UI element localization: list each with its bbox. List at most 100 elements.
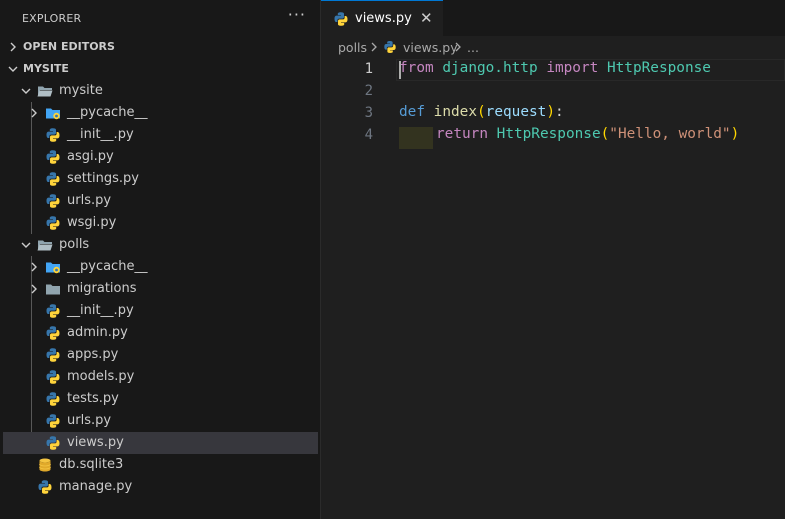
tree-item-label: manage.py [59, 479, 133, 494]
chevron-right-icon [31, 262, 37, 272]
pycache-folder-icon [46, 262, 60, 274]
breadcrumb: polls views.py ... [321, 36, 785, 58]
tree-file[interactable]: db.sqlite3 [3, 454, 318, 476]
breadcrumb-file[interactable]: views.py [403, 40, 458, 55]
tree-item-label: tests.py [67, 391, 119, 406]
line-number: 4 [364, 127, 373, 143]
tree-file[interactable]: views.py [3, 432, 318, 454]
tree-item-label: asgi.py [67, 149, 114, 164]
folder-icon [46, 284, 60, 295]
function-name: index [433, 104, 477, 120]
tree-folder[interactable]: polls [3, 234, 318, 256]
python-file-icon [46, 216, 60, 230]
class-name: HttpResponse [606, 60, 711, 76]
project-section[interactable]: MYSITE [0, 58, 320, 80]
tab-bar: views.py ✕ [321, 0, 785, 36]
tree-item-label: __pycache__ [67, 105, 148, 120]
keyword: from [399, 60, 434, 76]
keyword: def [399, 104, 425, 120]
tree-file[interactable]: models.py [3, 366, 318, 388]
paren: ) [546, 104, 555, 120]
tree-item-label: mysite [59, 83, 103, 98]
tree-folder[interactable]: __pycache__ [3, 102, 318, 124]
tree-item-label: models.py [67, 369, 135, 384]
tab-label: views.py [355, 11, 412, 26]
python-file-icon [46, 194, 60, 208]
chevron-down-icon [8, 66, 18, 72]
tree-file[interactable]: urls.py [3, 410, 318, 432]
project-label: MYSITE [23, 62, 69, 75]
chevron-right-icon [10, 42, 16, 52]
python-file-icon [334, 12, 348, 26]
chevron-down-icon [21, 242, 31, 248]
tree-file[interactable]: tests.py [3, 388, 318, 410]
tree-item-label: views.py [67, 435, 124, 450]
explorer-sidebar: EXPLORER ··· OPEN EDITORS MYSITE mysite _… [0, 0, 321, 519]
chevron-right-icon [31, 284, 37, 294]
database-icon [39, 458, 51, 472]
code-line-4: return HttpResponse("Hello, world") [436, 126, 739, 142]
breadcrumb-folder[interactable]: polls [338, 40, 367, 55]
tree-file[interactable]: wsgi.py [3, 212, 318, 234]
tree-item-label: migrations [67, 281, 137, 296]
indent-highlight [399, 127, 433, 149]
paren: ( [600, 126, 610, 142]
more-actions-icon[interactable]: ··· [288, 5, 306, 24]
class-name: HttpResponse [496, 126, 601, 142]
tree-file[interactable]: manage.py [3, 476, 318, 498]
tree-item-label: apps.py [67, 347, 119, 362]
chevron-right-icon [31, 108, 37, 118]
string-literal: "Hello, world" [609, 126, 731, 142]
tree-item-label: __init__.py [67, 127, 134, 142]
tree-file[interactable]: settings.py [3, 168, 318, 190]
python-file-icon [46, 128, 60, 142]
explorer-title: EXPLORER [22, 12, 82, 25]
line-number: 1 [364, 61, 373, 77]
line-number: 2 [364, 83, 373, 99]
chevron-right-icon [455, 42, 461, 52]
tree-item-label: admin.py [67, 325, 128, 340]
tab-views-py[interactable]: views.py ✕ [321, 0, 443, 36]
python-file-icon [46, 172, 60, 186]
tree-file[interactable]: admin.py [3, 322, 318, 344]
tree-file[interactable]: asgi.py [3, 146, 318, 168]
python-file-icon [46, 304, 60, 318]
tree-file[interactable]: apps.py [3, 344, 318, 366]
keyword: return [436, 126, 488, 142]
explorer-header: EXPLORER ··· [0, 0, 320, 36]
code-editor[interactable]: 1 2 3 4 from django.http import HttpResp… [321, 58, 785, 519]
python-file-icon [384, 41, 396, 53]
code-line-1: from django.http import HttpResponse [399, 60, 711, 76]
line-number: 3 [364, 105, 373, 121]
open-editors-section[interactable]: OPEN EDITORS [0, 36, 320, 58]
tree-item-label: wsgi.py [67, 215, 117, 230]
folder-open-icon [37, 86, 53, 97]
chevron-down-icon [21, 88, 31, 94]
paren: ( [477, 104, 486, 120]
tree-item-label: polls [59, 237, 90, 252]
tree-item-label: db.sqlite3 [59, 457, 124, 472]
tree-file[interactable]: __init__.py [3, 300, 318, 322]
python-file-icon [46, 348, 60, 362]
tree-item-label: __init__.py [67, 303, 134, 318]
paren: ) [730, 126, 740, 142]
python-file-icon [46, 436, 60, 450]
tree-file[interactable]: __init__.py [3, 124, 318, 146]
tree-item-label: urls.py [67, 193, 112, 208]
open-editors-label: OPEN EDITORS [23, 40, 115, 53]
breadcrumb-more[interactable]: ... [467, 40, 479, 55]
python-file-icon [46, 326, 60, 340]
chevron-right-icon [371, 42, 377, 52]
close-icon[interactable]: ✕ [420, 9, 433, 27]
text-cursor [399, 61, 401, 79]
tree-file[interactable]: urls.py [3, 190, 318, 212]
python-file-icon [46, 414, 60, 428]
python-file-icon [46, 150, 60, 164]
keyword: import [546, 60, 599, 76]
tree-folder[interactable]: mysite [3, 80, 318, 102]
tree-folder[interactable]: __pycache__ [3, 256, 318, 278]
tree-folder[interactable]: migrations [3, 278, 318, 300]
folder-open-icon [37, 240, 53, 251]
pycache-folder-icon [46, 108, 60, 120]
module-name: django.http [442, 60, 538, 76]
